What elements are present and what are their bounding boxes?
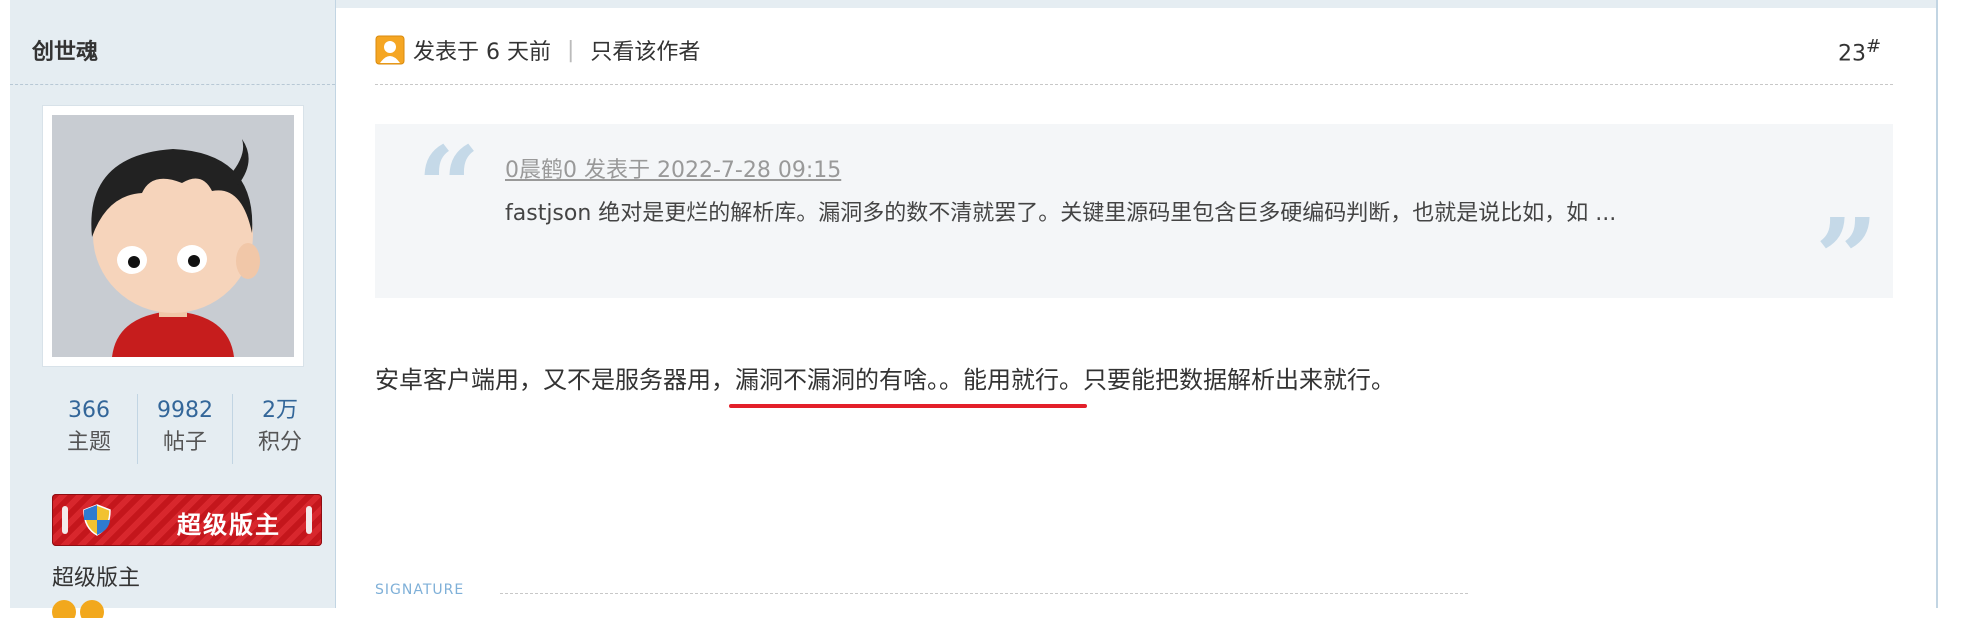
post-right-border [1936, 0, 1938, 608]
stat-posts[interactable]: 9982 帖子 [138, 392, 232, 464]
quote-block: “ 0晨鹤0 发表于 2022-7-28 09:15 fastjson 绝对是更… [375, 122, 1893, 314]
open-quote-icon: “ [417, 122, 481, 251]
stat-label: 主题 [66, 430, 111, 455]
user-stats: 366 主题 9982 帖子 2万 积分 [42, 392, 327, 464]
badge-pill-left [62, 506, 68, 534]
user-rank[interactable]: 超级版主 [52, 560, 140, 592]
floor-mark: # [1866, 36, 1882, 57]
badge-label: 超级版主 [177, 511, 281, 539]
signature-divider [500, 593, 1468, 594]
stat-value: 9982 [157, 398, 213, 423]
stat-label: 积分 [257, 430, 302, 455]
close-quote-icon: ” [1815, 194, 1879, 323]
highlighted-phrase: 漏洞不漏洞的有啥。。能用就行。 [729, 366, 1087, 408]
post-text-end: 只要能把数据解析出来就行。 [1083, 366, 1395, 394]
quote-text: fastjson 绝对是更烂的解析库。漏洞多的数不清就罢了。关键里源码里包含巨多… [505, 201, 1617, 226]
badge-pill-right [306, 506, 312, 534]
medal-icon [52, 600, 104, 618]
stat-value: 2万 [262, 398, 298, 423]
stat-credits[interactable]: 2万 积分 [233, 392, 327, 464]
stat-label: 帖子 [162, 430, 207, 455]
post-top-border [336, 0, 1936, 8]
divider [10, 84, 335, 85]
divider: | [566, 37, 575, 63]
view-author-only-link[interactable]: 只看该作者 [590, 34, 700, 66]
divider [375, 84, 1893, 85]
shield-icon [83, 504, 111, 536]
post-text-start: 安卓客户端用，又不是服务器用， [375, 366, 735, 394]
user-online-icon [375, 35, 405, 65]
cartoon-avatar-icon [52, 115, 294, 357]
quote-author-link[interactable]: 0晨鹤0 发表于 2022-7-28 09:15 [505, 152, 841, 184]
avatar[interactable] [42, 105, 304, 367]
floor-value: 23 [1838, 41, 1866, 67]
signature-label: SIGNATURE [375, 582, 465, 598]
stat-threads[interactable]: 366 主题 [42, 392, 136, 464]
floor-number[interactable]: 23# [1838, 36, 1881, 66]
highlighted-text: 漏洞不漏洞的有啥。。能用就行。 [735, 366, 1083, 394]
post-time: 发表于 6 天前 [413, 40, 551, 65]
post-content: 安卓客户端用，又不是服务器用，漏洞不漏洞的有啥。。能用就行。 只要能把数据解析出来… [375, 360, 1395, 408]
post-header: 发表于 6 天前 | 只看该作者 [375, 32, 700, 68]
red-underline-annotation [729, 404, 1087, 408]
moderator-badge: 超级版主 [52, 494, 322, 546]
stat-value: 366 [68, 398, 110, 423]
username-link[interactable]: 创世魂 [32, 34, 98, 66]
